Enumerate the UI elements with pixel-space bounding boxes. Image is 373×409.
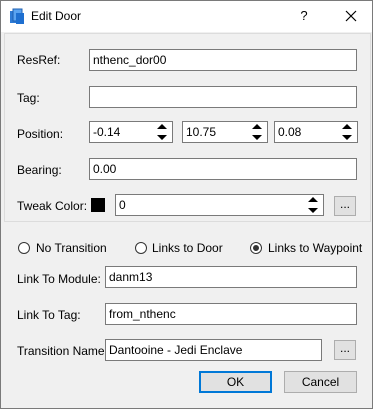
links-to-door-radio[interactable] bbox=[135, 242, 147, 254]
transition-name-browse-button[interactable]: ... bbox=[334, 340, 356, 360]
edit-door-dialog: Edit Door ? ResRef: nthenc_dor00 Tag: Po… bbox=[0, 0, 373, 409]
link-to-module-input[interactable]: danm13 bbox=[105, 266, 357, 288]
resref-input[interactable]: nthenc_dor00 bbox=[89, 49, 357, 71]
tweak-color-label: Tweak Color: bbox=[17, 199, 88, 213]
links-to-waypoint-radio[interactable] bbox=[250, 242, 262, 254]
resref-label: ResRef: bbox=[17, 53, 61, 67]
tag-label: Tag: bbox=[17, 91, 40, 105]
position-y-spinner[interactable] bbox=[249, 121, 265, 143]
transition-name-label: Transition Name: bbox=[17, 344, 108, 358]
tag-input[interactable] bbox=[89, 86, 357, 108]
window-title: Edit Door bbox=[31, 9, 82, 23]
cancel-button[interactable]: Cancel bbox=[284, 371, 357, 393]
tweak-color-browse-button[interactable]: ... bbox=[334, 196, 356, 216]
bearing-label: Bearing: bbox=[17, 163, 62, 177]
position-label: Position: bbox=[17, 127, 64, 141]
no-transition-label: No Transition bbox=[36, 241, 107, 255]
app-icon bbox=[8, 8, 26, 26]
tweak-color-input[interactable]: 0 bbox=[115, 194, 324, 216]
no-transition-radio[interactable] bbox=[18, 242, 30, 254]
position-z-spinner[interactable] bbox=[339, 121, 355, 143]
help-button[interactable]: ? bbox=[293, 6, 315, 26]
links-to-waypoint-label: Links to Waypoint bbox=[268, 241, 363, 255]
ok-button[interactable]: OK bbox=[199, 371, 272, 393]
tweak-color-spinner[interactable] bbox=[305, 194, 321, 216]
link-to-tag-input[interactable]: from_nthenc bbox=[105, 303, 357, 325]
transition-name-input[interactable]: Dantooine - Jedi Enclave bbox=[105, 339, 322, 361]
title-bar: Edit Door ? bbox=[1, 1, 372, 32]
position-x-spinner[interactable] bbox=[154, 121, 170, 143]
links-to-door-label: Links to Door bbox=[152, 241, 223, 255]
link-to-tag-label: Link To Tag: bbox=[17, 308, 81, 322]
tweak-color-swatch[interactable] bbox=[91, 198, 105, 212]
bearing-input[interactable]: 0.00 bbox=[89, 158, 357, 180]
close-icon[interactable] bbox=[341, 6, 361, 26]
link-to-module-label: Link To Module: bbox=[17, 272, 101, 286]
